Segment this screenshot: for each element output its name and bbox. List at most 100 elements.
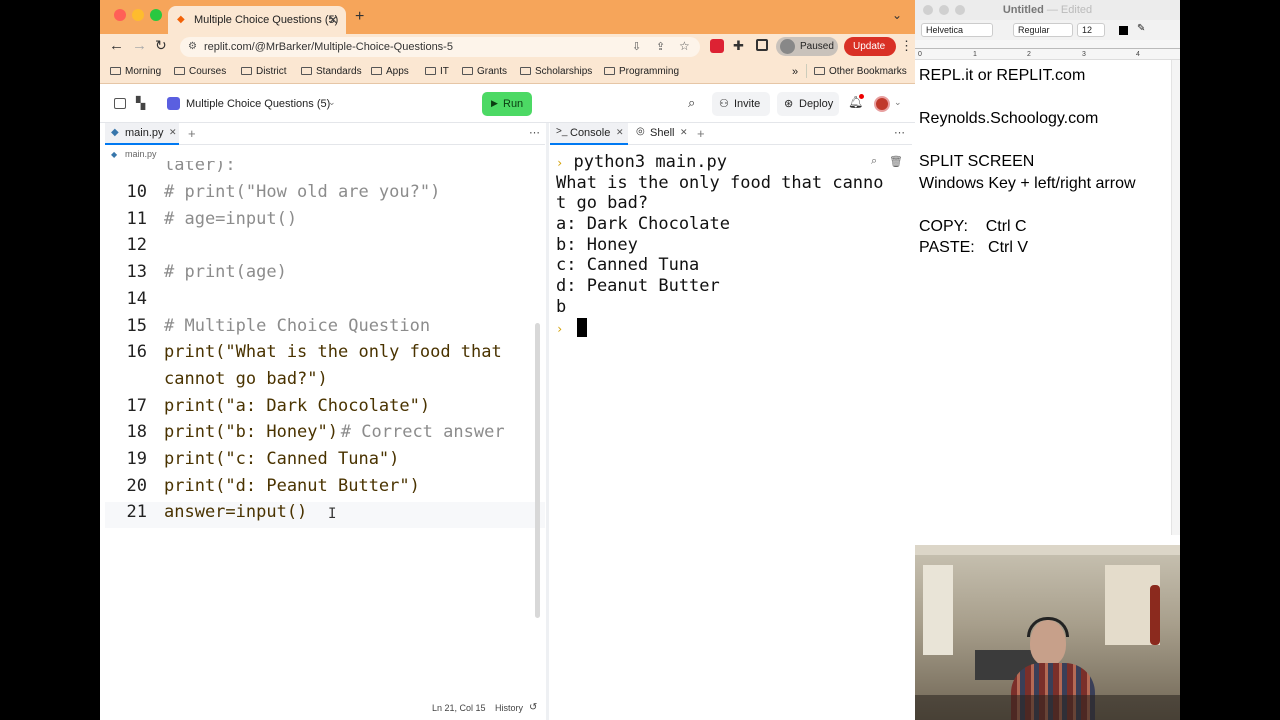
- console-search-icon[interactable]: ⌕: [871, 155, 877, 168]
- paused-profile-button[interactable]: Paused: [776, 37, 838, 56]
- code-line[interactable]: 20 print("d: Peanut Butter"): [105, 476, 545, 502]
- user-avatar[interactable]: [874, 96, 890, 112]
- code-line[interactable]: 15 # Multiple Choice Question: [105, 316, 545, 342]
- editor-menu-icon[interactable]: ⋯: [529, 126, 540, 139]
- bookmark-standards[interactable]: Standards: [301, 66, 362, 77]
- console-menu-icon[interactable]: ⋯: [894, 126, 905, 139]
- bookmark-star-icon[interactable]: ☆: [679, 39, 690, 53]
- add-console-tab-icon[interactable]: +: [697, 126, 705, 141]
- editor-status-bar: Ln 21, Col 15 History ↺: [105, 698, 545, 720]
- zoom-window-icon[interactable]: [150, 9, 162, 21]
- folder-icon: [425, 67, 436, 75]
- address-bar[interactable]: ⚙ replit.com/@MrBarker/Multiple-Choice-Q…: [180, 37, 700, 57]
- reload-icon[interactable]: ↻: [155, 37, 167, 54]
- note-line: PASTE: Ctrl V: [919, 239, 1029, 256]
- bookmark-label: Courses: [189, 66, 227, 77]
- layout-icon[interactable]: ▚: [136, 96, 145, 110]
- code-line[interactable]: 16 print("What is the only food that: [105, 342, 545, 368]
- invite-button[interactable]: ⚇ Invite: [712, 92, 770, 116]
- bookmark-it[interactable]: IT: [425, 66, 449, 77]
- back-icon[interactable]: ←: [109, 37, 124, 54]
- clear-console-icon[interactable]: 🗑︎: [889, 155, 903, 168]
- bookmark-label: Grants: [477, 66, 508, 77]
- tab-console[interactable]: >_ Console ✕: [550, 123, 628, 145]
- side-panel-icon[interactable]: [756, 39, 768, 51]
- tab-shell[interactable]: ◎ Shell ✕: [634, 123, 694, 145]
- ruler[interactable]: 0 1 2 3 4: [915, 40, 1180, 60]
- history-button[interactable]: History: [495, 703, 523, 713]
- window-light: [923, 565, 953, 655]
- add-editor-tab-icon[interactable]: +: [188, 126, 196, 141]
- text-cursor-icon: I: [328, 506, 337, 523]
- code-line[interactable]: 21 answer=input(): [105, 502, 545, 529]
- sidebar-toggle-icon[interactable]: [114, 98, 126, 109]
- run-label: Run: [503, 98, 524, 110]
- new-tab-icon[interactable]: +: [355, 8, 364, 26]
- font-style-select[interactable]: Regular: [1013, 23, 1073, 37]
- bookmark-programming[interactable]: Programming: [604, 66, 679, 77]
- editor-tab-label: main.py: [125, 127, 164, 139]
- code-line[interactable]: 19 print("c: Canned Tuna"): [105, 449, 545, 475]
- project-chevron-icon[interactable]: ⌄: [328, 97, 336, 108]
- close-shell-tab-icon[interactable]: ✕: [680, 127, 688, 138]
- bookmark-grants[interactable]: Grants: [462, 66, 507, 77]
- folder-icon: [604, 67, 615, 75]
- bookmark-morning[interactable]: Morning: [110, 66, 161, 77]
- console-input-line[interactable]: ›: [556, 318, 588, 338]
- code-line[interactable]: 13 # print(age): [105, 262, 545, 288]
- update-button[interactable]: Update: [844, 37, 896, 56]
- shell-tab-label: Shell: [650, 127, 675, 139]
- browser-tab[interactable]: ◆ Multiple Choice Questions (5) ✕: [168, 6, 346, 34]
- code-line[interactable]: cannot go bad?"): [105, 369, 545, 395]
- bookmark-scholarships[interactable]: Scholarships: [520, 66, 592, 77]
- project-name[interactable]: Multiple Choice Questions (5): [186, 98, 330, 110]
- code-line[interactable]: 14: [105, 289, 545, 315]
- install-icon[interactable]: ⇩: [632, 40, 641, 53]
- close-editor-tab-icon[interactable]: ✕: [169, 127, 177, 138]
- extension-badge-icon[interactable]: [710, 39, 724, 53]
- share-icon[interactable]: ⇪: [656, 40, 665, 53]
- close-tab-icon[interactable]: ✕: [328, 13, 338, 27]
- editor-tab-main-py[interactable]: ◆ main.py ✕: [105, 123, 179, 145]
- site-info-icon[interactable]: ⚙: [188, 41, 197, 52]
- history-icon[interactable]: ↺: [529, 702, 537, 713]
- url-text: replit.com/@MrBarker/Multiple-Choice-Que…: [204, 41, 453, 53]
- search-icon[interactable]: ⌕: [688, 95, 695, 111]
- notes-scrollbar[interactable]: [1171, 60, 1180, 535]
- code-area[interactable]: 10 # print("How old are you?") 11 # age=inp…: [105, 182, 545, 602]
- minimize-window-icon[interactable]: [132, 9, 144, 21]
- code-line[interactable]: 17 print("a: Dark Chocolate"): [105, 396, 545, 422]
- editor-scrollbar[interactable]: [535, 323, 540, 618]
- close-console-tab-icon[interactable]: ✕: [616, 127, 624, 138]
- code-line[interactable]: 18 print("b: Honey") # Correct answer: [105, 422, 545, 448]
- code-line[interactable]: 11 # age=input(): [105, 209, 545, 235]
- code-line[interactable]: 12: [105, 235, 545, 261]
- run-button[interactable]: ▶ Run: [482, 92, 532, 116]
- close-window-icon[interactable]: [114, 9, 126, 21]
- minimize-window-icon[interactable]: [939, 5, 949, 15]
- close-window-icon[interactable]: [923, 5, 933, 15]
- line-number: 10: [126, 182, 147, 202]
- extensions-puzzle-icon[interactable]: ✚: [733, 38, 744, 54]
- bookmark-apps[interactable]: Apps: [371, 66, 409, 77]
- user-menu-chevron-icon[interactable]: ⌄: [894, 97, 902, 108]
- folder-icon: [241, 67, 252, 75]
- ruler-baseline: [915, 48, 1180, 49]
- code-line[interactable]: 10 # print("How old are you?"): [105, 182, 545, 208]
- browser-menu-icon[interactable]: ⋮: [900, 38, 913, 54]
- deploy-button[interactable]: ⊛ Deploy: [777, 92, 839, 116]
- text-color-swatch[interactable]: [1119, 26, 1128, 35]
- tab-list-chevron-icon[interactable]: ⌄: [892, 8, 902, 22]
- zoom-window-icon[interactable]: [955, 5, 965, 15]
- breadcrumb-label[interactable]: main.py: [125, 149, 157, 159]
- bookmark-courses[interactable]: Courses: [174, 66, 226, 77]
- forward-icon[interactable]: →: [132, 37, 147, 54]
- cursor-position[interactable]: Ln 21, Col 15: [432, 703, 486, 713]
- highlight-pen-icon[interactable]: ✎: [1137, 23, 1145, 34]
- pane-divider[interactable]: [546, 123, 549, 720]
- bookmark-district[interactable]: District: [241, 66, 287, 77]
- more-bookmarks-chevron-icon[interactable]: »: [792, 66, 798, 78]
- other-bookmarks[interactable]: Other Bookmarks: [814, 66, 907, 77]
- font-family-select[interactable]: Helvetica: [921, 23, 993, 37]
- font-size-select[interactable]: 12: [1077, 23, 1105, 37]
